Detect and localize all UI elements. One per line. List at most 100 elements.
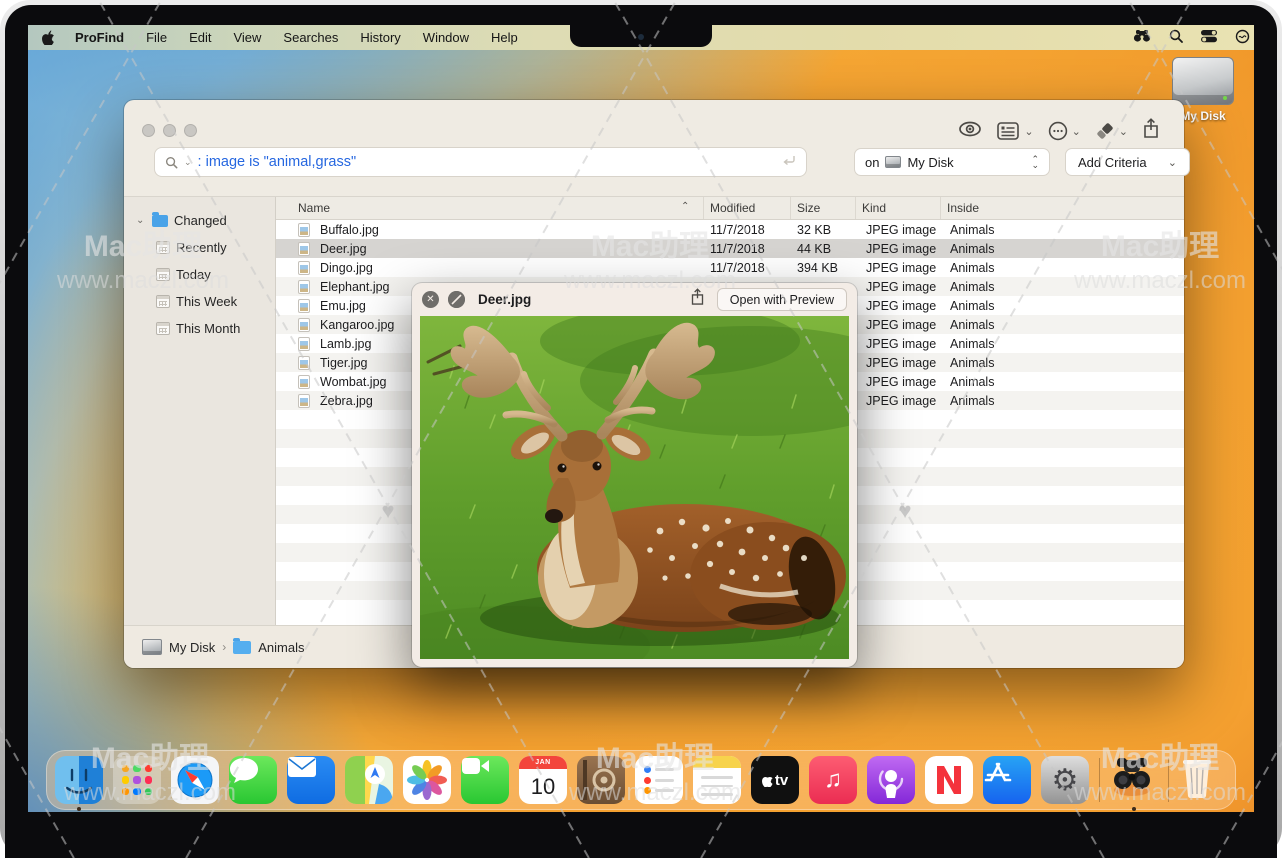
jpeg-file-icon [298,337,310,351]
dock-maps-icon[interactable] [345,756,393,804]
quicklook-close-button[interactable]: ✕ [422,291,439,308]
dock-safari-icon[interactable] [171,756,219,804]
dock-photos-icon[interactable] [403,756,451,804]
jpeg-file-icon [298,318,310,332]
dock-separator [1168,758,1169,802]
dock-appstore-icon[interactable] [983,756,1031,804]
calendar-icon [156,268,170,281]
disk-icon [885,156,901,168]
dock-trash-icon[interactable] [1179,756,1227,804]
toolbar: ⌄ ⌄ ⌄ [958,118,1160,144]
column-header-inside[interactable]: Inside [940,197,979,219]
table-row[interactable]: Buffalo.jpg11/7/201832 KBJPEG imageAnima… [276,220,1184,239]
scope-disk-label: My Disk [907,155,953,170]
chevron-down-icon: ⌄ [1072,125,1081,138]
dock-tv-icon[interactable]: tv [751,756,799,804]
view-options-button[interactable]: ⌄ [996,122,1033,140]
column-header-size[interactable]: Size [790,197,855,219]
sidebar-item-label: Today [176,267,211,282]
sidebar-item-recently[interactable]: Recently [124,234,275,261]
jpeg-file-icon [298,299,310,313]
calendar-icon [156,295,170,308]
more-options-button[interactable]: ⌄ [1048,121,1081,141]
dock-mail-icon[interactable] [287,756,335,804]
chevron-down-icon: ⌄ [1024,125,1033,138]
launchpad-grid [122,765,152,795]
menu-item-window[interactable]: Window [423,30,469,45]
dock-calendar-icon[interactable]: JAN 10 [519,756,567,804]
folder-icon [233,641,251,654]
minimize-window-button[interactable] [163,124,176,137]
siri-menu-icon[interactable] [1235,29,1250,47]
search-row: ⌄ : image is "animal,grass" on My Disk ⌃… [154,147,1160,177]
dock-messages-icon[interactable] [229,756,277,804]
updown-chevrons-icon: ⌃⌄ [1031,156,1039,168]
scope-on-label: on [865,155,879,170]
dock-facetime-icon[interactable] [461,756,509,804]
preview-eye-button[interactable] [958,120,982,143]
menu-app-name[interactable]: ProFind [75,30,124,45]
sort-ascending-icon[interactable]: ⌃ [681,201,689,212]
search-icon [165,156,178,169]
add-criteria-button[interactable]: Add Criteria ⌄ [1065,148,1190,176]
dock-news-icon[interactable] [925,756,973,804]
control-center-icon[interactable] [1201,29,1217,46]
running-indicator [1132,807,1136,811]
disclosure-triangle-icon[interactable]: ⌄ [136,215,146,226]
scope-popup-button[interactable]: on My Disk ⌃⌄ [854,148,1050,176]
chevron-down-icon: ⌄ [1119,125,1128,138]
add-criteria-label: Add Criteria [1078,155,1147,170]
dock-launchpad-icon[interactable] [113,756,161,804]
menu-item-help[interactable]: Help [491,30,518,45]
tv-label: tv [775,772,788,789]
column-header-modified[interactable]: Modified [703,197,790,219]
jpeg-file-icon [298,242,310,256]
sidebar-item-this-month[interactable]: This Month [124,315,275,342]
close-window-button[interactable] [142,124,155,137]
table-row[interactable]: Dingo.jpg11/7/2018394 KBJPEG imageAnimal… [276,258,1184,277]
dock-separator [1099,758,1100,802]
dock-profind-icon[interactable] [1110,756,1158,804]
calendar-month-label: JAN [519,756,567,769]
dock-podcasts-icon[interactable] [867,756,915,804]
path-disk-label[interactable]: My Disk [169,640,215,655]
quicklook-share-icon[interactable] [690,288,705,311]
menu-item-searches[interactable]: Searches [283,30,338,45]
open-with-preview-button[interactable]: Open with Preview [717,288,847,311]
column-header-kind[interactable]: Kind [855,197,940,219]
zoom-window-button[interactable] [184,124,197,137]
menu-item-file[interactable]: File [146,30,167,45]
dock-finder-icon[interactable] [55,756,103,804]
quicklook-fullscreen-button[interactable] [448,291,465,308]
menu-item-view[interactable]: View [233,30,261,45]
dock-music-icon[interactable]: ♫ [809,756,857,804]
dock-notes-icon[interactable] [693,756,741,804]
sidebar-item-this-week[interactable]: This Week [124,288,275,315]
table-row-selected[interactable]: Deer.jpg11/7/201844 KBJPEG imageAnimals [276,239,1184,258]
music-note-icon: ♫ [809,756,857,804]
actions-button[interactable]: ⌄ [1095,121,1128,141]
column-header-name[interactable]: Name [276,197,703,219]
share-button[interactable] [1142,118,1160,144]
search-input[interactable]: ⌄ : image is "animal,grass" [154,147,807,177]
sidebar-item-changed[interactable]: ⌄ Changed [124,207,275,234]
path-folder-label[interactable]: Animals [258,640,304,655]
calendar-day-label: 10 [519,769,567,804]
folder-icon [152,215,168,227]
dock-settings-icon[interactable]: ⚙ [1041,756,1089,804]
spotlight-search-icon[interactable] [1169,29,1183,46]
dock-reminders-icon[interactable] [635,756,683,804]
desktop-screen: ProFind File Edit View Searches History … [28,25,1254,812]
jpeg-file-icon [298,375,310,389]
apple-menu-icon[interactable] [42,30,55,45]
running-indicator [77,807,81,811]
quicklook-titlebar: ✕ Deer.jpg Open with Preview [412,283,857,316]
sidebar-item-today[interactable]: Today [124,261,275,288]
dock-contacts-icon[interactable] [577,756,625,804]
jpeg-file-icon [298,223,310,237]
menu-item-edit[interactable]: Edit [189,30,211,45]
chevron-down-icon: ⌄ [1168,156,1177,169]
binoculars-menu-icon[interactable] [1133,29,1151,46]
macbook-mockup: ProFind File Edit View Searches History … [0,0,1282,858]
menu-item-history[interactable]: History [360,30,400,45]
